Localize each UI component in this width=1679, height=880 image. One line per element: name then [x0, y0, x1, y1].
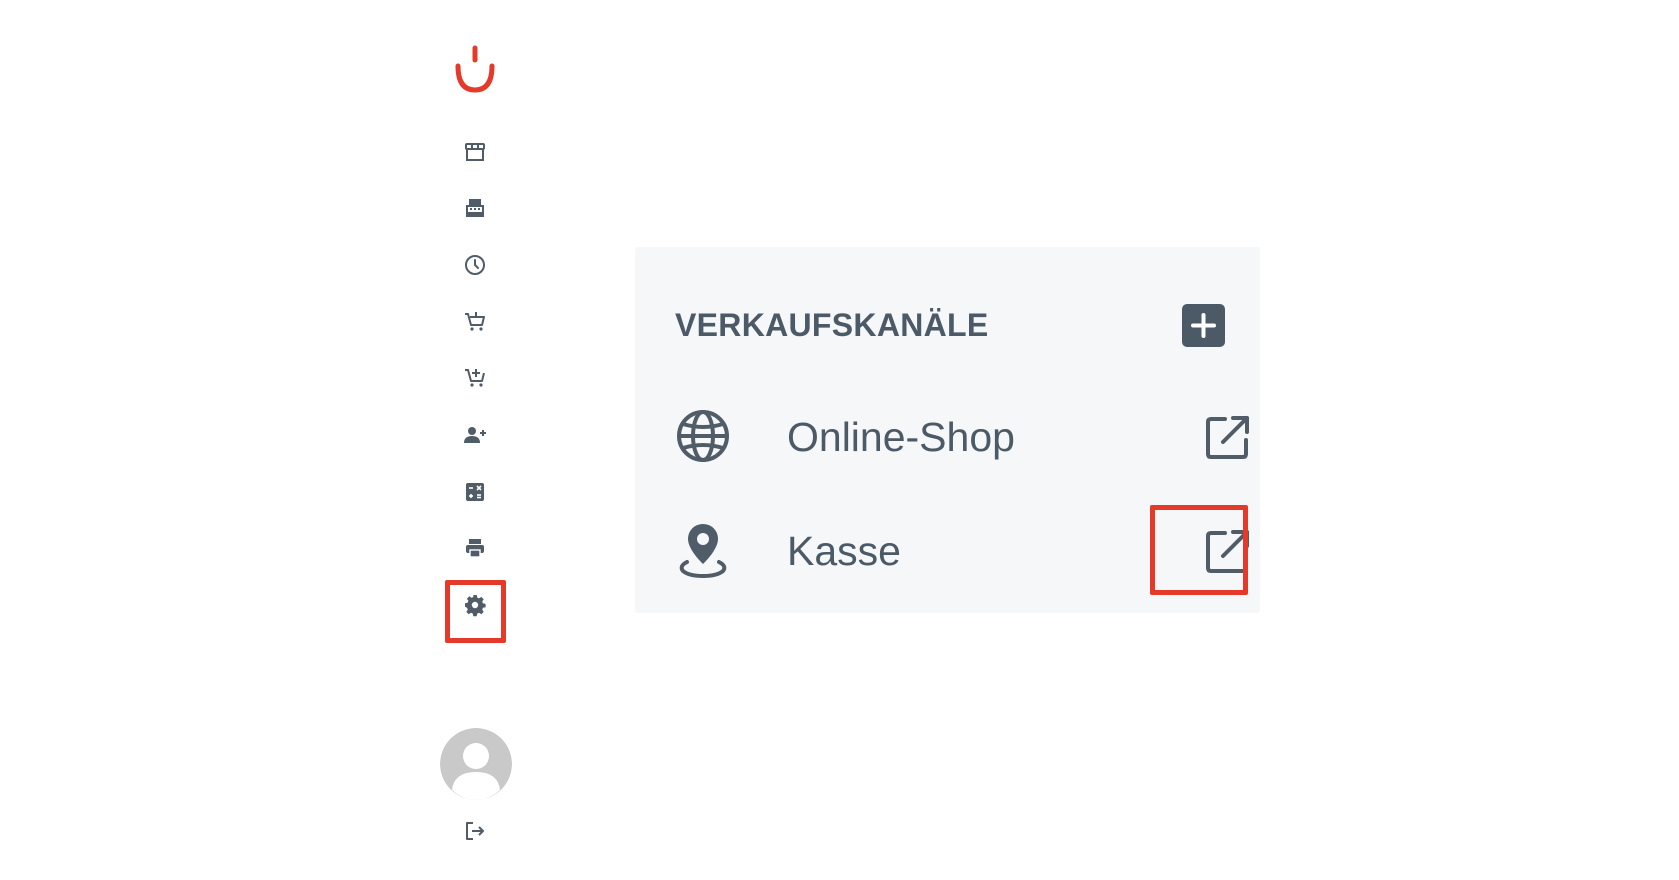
channel-label: Kasse	[787, 528, 901, 574]
sidebar	[425, 0, 525, 880]
sidebar-item-history[interactable]	[450, 245, 500, 285]
globe-icon	[675, 408, 731, 464]
printer-icon	[463, 536, 487, 560]
open-online-shop-button[interactable]	[1205, 414, 1251, 460]
clock-icon	[463, 253, 487, 277]
external-link-icon	[1206, 416, 1249, 459]
add-channel-button[interactable]	[1182, 304, 1225, 347]
avatar-icon	[440, 728, 512, 800]
channel-label: Online-Shop	[787, 414, 1015, 460]
open-kasse-button[interactable]	[1205, 528, 1251, 574]
sidebar-item-cart[interactable]	[450, 302, 500, 342]
avatar[interactable]	[440, 728, 512, 800]
sidebar-item-calculator[interactable]	[450, 472, 500, 512]
sidebar-item-settings[interactable]	[450, 585, 500, 625]
cash-register-icon	[463, 196, 487, 220]
gear-icon	[463, 593, 487, 617]
sidebar-item-printer[interactable]	[450, 528, 500, 568]
panel-title: VERKAUFSKANÄLE	[675, 307, 989, 343]
calculator-icon	[463, 480, 487, 504]
sales-channels-panel: VERKAUFSKANÄLE Online-Shop Kasse	[635, 247, 1260, 613]
sidebar-item-add-customer[interactable]	[450, 415, 500, 455]
cart-plus-icon	[463, 366, 487, 390]
map-pin-icon	[675, 522, 731, 579]
sidebar-item-cart-add[interactable]	[450, 358, 500, 398]
sidebar-item-register[interactable]	[450, 188, 500, 228]
channel-row-online-shop: Online-Shop	[675, 396, 1249, 476]
user-plus-icon	[463, 423, 487, 447]
storefront-icon	[463, 140, 487, 164]
smile-logo-icon[interactable]	[450, 40, 500, 100]
channel-row-kasse: Kasse	[675, 510, 1249, 590]
plus-icon	[1191, 313, 1216, 338]
logout-button[interactable]	[450, 811, 500, 851]
cart-icon	[463, 310, 487, 334]
external-link-icon	[1206, 530, 1249, 573]
logout-icon	[463, 819, 487, 843]
sidebar-item-storefront[interactable]	[450, 132, 500, 172]
